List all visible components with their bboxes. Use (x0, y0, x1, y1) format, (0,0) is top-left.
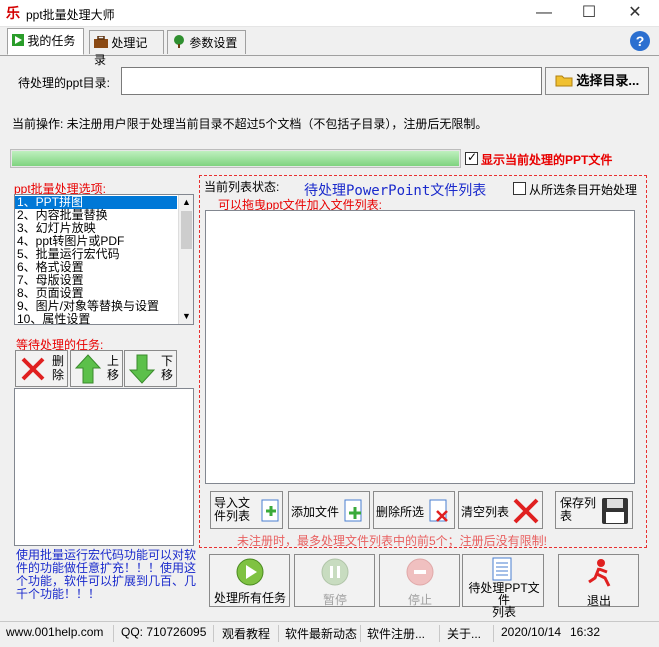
dir-input[interactable] (121, 67, 542, 95)
maximize-button[interactable]: ☐ (566, 0, 612, 27)
arrow-up-icon (75, 354, 101, 384)
macro-note: 使用批量运行宏代码功能可以对软件的功能做任意扩充！！！使用这个功能，软件可以扩展… (16, 548, 197, 601)
stop-icon (406, 558, 434, 586)
show-current-checkbox[interactable] (465, 150, 478, 165)
exit-button[interactable]: 退出 (558, 554, 639, 608)
tab-settings[interactable]: 参数设置 (167, 30, 246, 54)
status-qq: QQ: 710726095 (117, 625, 214, 642)
move-up-button[interactable]: 上移 (70, 350, 123, 387)
from-selected-label: 从所选条目开始处理 (529, 183, 638, 197)
clear-list-label: 清空列表 (461, 505, 510, 519)
from-selected-checkbox[interactable] (513, 182, 526, 195)
save-list-label: 保存列表 (560, 496, 597, 523)
select-dir-button[interactable]: 选择目录... (545, 67, 649, 95)
add-file-icon (344, 499, 362, 522)
help-icon[interactable]: ? (630, 31, 650, 51)
exit-running-icon (588, 559, 611, 587)
scroll-down-icon[interactable]: ▼ (182, 311, 191, 321)
move-up-label: 上移 (107, 354, 120, 382)
process-all-button[interactable]: 处理所有任务 (209, 554, 290, 607)
delete-selected-button[interactable]: 删除所选 (373, 491, 455, 529)
delete-selected-label: 删除所选 (376, 505, 425, 519)
tab-label: 参数设置 (189, 36, 238, 50)
select-dir-label: 选择目录... (576, 73, 640, 88)
save-floppy-icon (602, 498, 628, 524)
delete-x-icon (21, 357, 45, 381)
tab-label: 我的任务 (27, 34, 76, 48)
delete-file-icon (429, 499, 448, 522)
status-about[interactable]: 关于... (443, 625, 494, 642)
arrow-down-icon (129, 354, 155, 384)
title-bar: 乐 ppt批量处理大师 — ☐ ✕ (0, 0, 659, 27)
dir-label: 待处理的ppt目录: (18, 76, 111, 90)
folder-icon (555, 75, 573, 87)
move-down-button[interactable]: 下移 (124, 350, 177, 387)
option-item[interactable]: 10、属性设置 (15, 313, 177, 325)
status-tutorial[interactable]: 观看教程 (218, 625, 279, 642)
exit-label: 退出 (587, 594, 612, 608)
clear-list-button[interactable]: 清空列表 (458, 491, 543, 529)
options-scrollbar[interactable]: ▲ ▼ (178, 195, 193, 324)
import-list-label: 导入文 件列表 (214, 496, 251, 523)
status-time: 16:32 (570, 625, 601, 639)
progress-fill (12, 151, 459, 166)
add-file-button[interactable]: 添加文件 (288, 491, 370, 529)
limit-note: 未注册时，最多处理文件列表中的前5个；注册后没有限制! (237, 534, 548, 548)
scroll-up-icon[interactable]: ▲ (182, 197, 191, 207)
pause-label: 暂停 (323, 593, 348, 607)
app-logo-icon: 乐 (6, 5, 20, 21)
tree-icon (174, 35, 184, 48)
options-listbox[interactable]: 1、PPT拼图 2、内容批量替换 3、幻灯片放映 4、ppt转图片或PDF 5、批量运行… (14, 194, 194, 325)
tab-records[interactable]: 处理记录 (89, 30, 164, 67)
save-list-button[interactable]: 保存列表 (555, 491, 633, 529)
list-icon (492, 557, 512, 581)
import-list-button[interactable]: 导入文 件列表 (210, 491, 283, 529)
pause-icon (321, 558, 349, 586)
move-down-label: 下移 (161, 354, 174, 382)
status-register[interactable]: 软件注册... (363, 625, 440, 642)
clear-x-icon (513, 498, 539, 524)
show-current-label: 显示当前处理的PPT文件 (481, 153, 613, 167)
play-icon (12, 34, 24, 46)
progress-bar (10, 149, 461, 168)
stop-button[interactable]: 停止 (379, 554, 460, 607)
stop-label: 停止 (408, 593, 433, 607)
window-title: ppt批量处理大师 (26, 8, 115, 22)
status-site[interactable]: www.001help.com (2, 625, 114, 642)
status-news[interactable]: 软件最新动态 (281, 625, 361, 642)
notice-text: 当前操作: 未注册用户限于处理当前目录不超过5个文档（不包括子目录），注册后无限… (12, 117, 488, 131)
status-date: 2020/10/14 (501, 625, 562, 639)
list-status-label: 当前列表状态: (204, 180, 280, 194)
delete-task-label: 删除 (52, 354, 65, 382)
delete-task-button[interactable]: 删除 (15, 350, 68, 387)
tab-my-tasks[interactable]: 我的任务 (7, 28, 84, 55)
pending-list-label: 待处理PPT文件 列表 (468, 581, 540, 619)
process-all-label: 处理所有任务 (214, 591, 287, 605)
scroll-thumb[interactable] (181, 211, 192, 249)
add-file-label: 添加文件 (291, 505, 340, 519)
pause-button[interactable]: 暂停 (294, 554, 375, 607)
pending-list-button[interactable]: 待处理PPT文件 列表 (462, 554, 544, 618)
briefcase-icon (94, 35, 108, 48)
minimize-button[interactable]: — (521, 0, 567, 27)
file-listbox[interactable] (205, 210, 635, 484)
tasks-listbox[interactable] (14, 388, 194, 546)
close-button[interactable]: ✕ (612, 0, 658, 27)
play-circle-icon (236, 558, 264, 586)
import-icon (261, 499, 279, 522)
